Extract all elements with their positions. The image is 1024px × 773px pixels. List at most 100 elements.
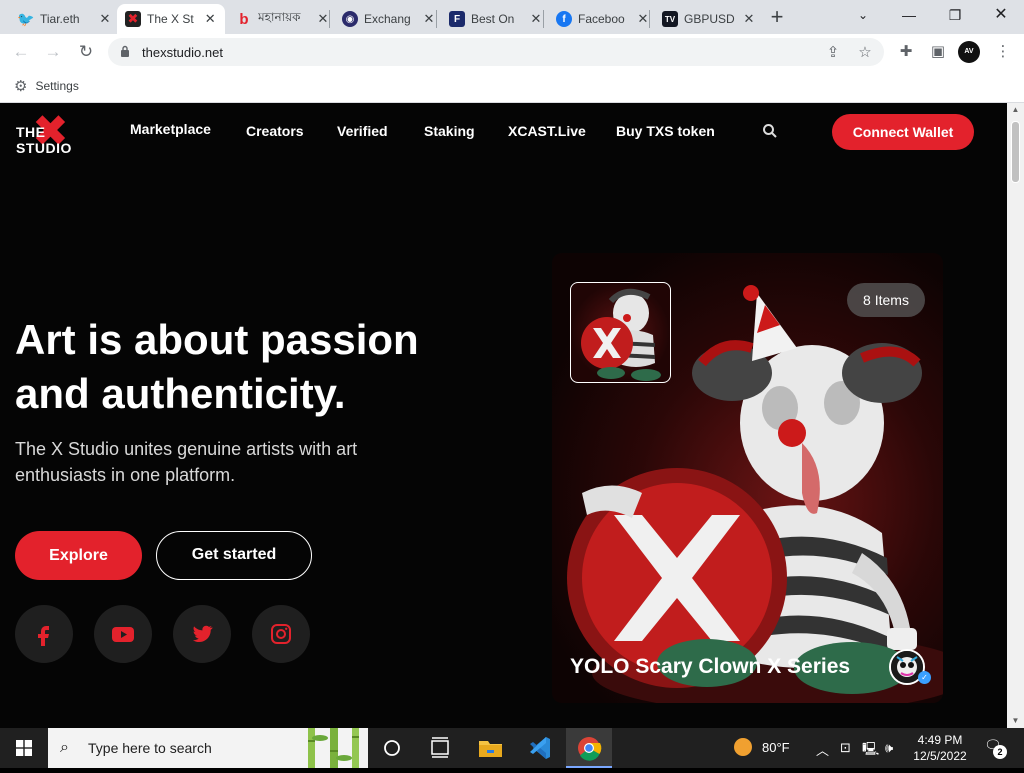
bookmarks-bar: ⚙ Settings — [0, 70, 1024, 103]
temperature-text: 80°F — [762, 739, 790, 755]
youtube-icon — [112, 627, 134, 642]
url-text: thexstudio.net — [142, 45, 223, 60]
thexstudio-icon: ✖ — [125, 11, 141, 27]
task-view-icon — [431, 737, 449, 758]
close-icon[interactable]: ✕ — [422, 11, 436, 27]
twitter-icon: 🐦 — [17, 10, 35, 27]
bookmark-star-icon[interactable]: ☆ — [856, 43, 874, 61]
nav-buy-txs-token[interactable]: Buy TXS token — [616, 123, 715, 139]
close-icon[interactable]: ✕ — [636, 11, 650, 27]
folder-icon — [479, 741, 502, 757]
scrollbar-thumb[interactable] — [1011, 121, 1020, 183]
tab-title: Tiar.eth — [40, 12, 80, 26]
items-count-badge: 8 Items — [847, 283, 925, 317]
weather-widget[interactable]: 80°F — [734, 738, 790, 756]
windows-start-icon[interactable] — [16, 740, 32, 756]
nav-staking[interactable]: Staking — [424, 123, 475, 139]
close-icon[interactable]: ✕ — [316, 11, 330, 27]
windows-taskbar: ⌕ Type here to search 80°F ︿ ⊡ 🖳 🕪 4:49 … — [0, 728, 1024, 768]
reload-icon[interactable]: ↻ — [75, 41, 97, 63]
social-twitter-button[interactable] — [173, 605, 231, 663]
address-bar[interactable]: thexstudio.net ⇪ ☆ — [108, 38, 884, 66]
bookmark-settings[interactable]: ⚙ Settings — [14, 77, 79, 95]
minimize-icon[interactable]: — — [886, 4, 932, 26]
nav-creators[interactable]: Creators — [246, 123, 304, 139]
tab-title: Best On — [471, 12, 515, 26]
taskbar-search-box[interactable]: ⌕ Type here to search — [48, 728, 368, 768]
search-icon[interactable] — [762, 123, 778, 139]
vscode-button[interactable] — [517, 728, 563, 768]
tab-facebook[interactable]: f Faceboo ✕ — [548, 4, 658, 34]
tab-gbpusd[interactable]: TV GBPUSD ✕ — [654, 4, 764, 34]
tab-title: The X St — [147, 12, 194, 26]
close-icon[interactable]: ✕ — [742, 11, 756, 27]
social-youtube-button[interactable] — [94, 605, 152, 663]
tab-thexstudio[interactable]: ✖ The X St ✕ — [117, 4, 225, 34]
collection-title[interactable]: YOLO Scary Clown X Series — [570, 655, 850, 679]
extensions-icon[interactable]: ✚ — [896, 42, 916, 60]
tab-twitter[interactable]: 🐦 Tiar.eth ✕ — [10, 4, 120, 34]
notification-count-badge: 2 — [993, 745, 1007, 759]
social-facebook-button[interactable] — [15, 605, 73, 663]
chrome-button[interactable] — [566, 728, 612, 768]
nav-verified[interactable]: Verified — [337, 123, 388, 139]
get-started-button[interactable]: Get started — [156, 531, 312, 580]
file-explorer-button[interactable] — [467, 728, 513, 768]
tray-expand-icon[interactable]: ︿ — [816, 740, 829, 759]
taskbar-search-placeholder: Type here to search — [88, 740, 212, 756]
menu-icon[interactable]: ⋮ — [993, 42, 1013, 60]
social-instagram-button[interactable] — [252, 605, 310, 663]
tab-search-chevron-icon[interactable]: ⌄ — [840, 4, 886, 26]
tab-mohanayok[interactable]: b মহানায়ক ✕ — [228, 4, 338, 34]
task-view-button[interactable] — [370, 728, 416, 768]
notification-center-button[interactable]: 🗨 2 — [984, 737, 1007, 759]
share-icon[interactable]: ⇪ — [824, 43, 842, 61]
cortana-circle-icon — [384, 740, 400, 756]
search-icon: ⌕ — [60, 739, 69, 756]
bamboo-decoration-icon — [308, 728, 359, 768]
close-icon[interactable]: ✕ — [529, 11, 543, 27]
restore-icon[interactable]: ❐ — [932, 4, 978, 26]
system-clock[interactable]: 4:49 PM 12/5/2022 — [912, 732, 968, 764]
new-tab-icon[interactable]: + — [766, 6, 788, 28]
vscode-icon — [530, 737, 550, 759]
hero-title: Art is about passion and authenticity. — [15, 313, 515, 421]
tab-title: মহানায়ক — [258, 10, 301, 24]
window-close-icon[interactable]: ✕ — [978, 4, 1024, 26]
tab-exchange[interactable]: ◉ Exchang ✕ — [334, 4, 444, 34]
meet-now-icon[interactable]: ⊡ — [840, 740, 851, 756]
gear-icon: ⚙ — [14, 78, 28, 95]
nav-xcast-live[interactable]: XCAST.Live — [508, 123, 586, 139]
page-scrollbar[interactable]: ▲ ▼ — [1007, 103, 1024, 728]
nav-marketplace[interactable]: Marketplace — [130, 121, 211, 137]
profile-avatar[interactable]: AV NEWS — [958, 41, 980, 77]
network-icon[interactable]: 🖳 — [862, 740, 879, 762]
multitask-button[interactable] — [417, 728, 463, 768]
bookmark-label: Settings — [35, 79, 79, 93]
featured-collection-card[interactable]: 8 Items YOLO Scary Clown X Series ✓ — [552, 253, 943, 703]
scroll-down-icon[interactable]: ▼ — [1007, 714, 1024, 728]
chrome-icon — [578, 737, 602, 761]
lock-icon — [121, 45, 129, 57]
forward-icon[interactable]: → — [42, 41, 64, 63]
clown-thumbnail-image — [581, 288, 661, 381]
side-panel-icon[interactable]: ▣ — [928, 42, 948, 60]
connect-wallet-button[interactable]: Connect Wallet — [832, 114, 974, 150]
hero-title-line: Art is about passion — [15, 316, 419, 363]
site-logo[interactable]: ✖ THE STUDIO — [16, 110, 88, 157]
back-icon[interactable]: ← — [10, 41, 32, 63]
volume-icon[interactable]: 🕪 — [885, 740, 893, 756]
twitter-icon — [192, 625, 213, 642]
exchange-icon: ◉ — [342, 11, 358, 27]
close-icon[interactable]: ✕ — [98, 11, 112, 27]
page-content: ✖ THE STUDIO Marketplace Creators Verifi… — [0, 103, 1007, 728]
hero-title-line: and authenticity. — [15, 370, 346, 417]
close-icon[interactable]: ✕ — [203, 11, 217, 27]
tab-title: Faceboo — [578, 12, 625, 26]
clock-date: 12/5/2022 — [913, 749, 967, 763]
scroll-up-icon[interactable]: ▲ — [1007, 103, 1024, 117]
tab-best-online[interactable]: F Best On ✕ — [441, 4, 551, 34]
collection-thumbnail[interactable] — [570, 282, 671, 383]
explore-button[interactable]: Explore — [15, 531, 142, 580]
tab-title: Exchang — [364, 12, 411, 26]
